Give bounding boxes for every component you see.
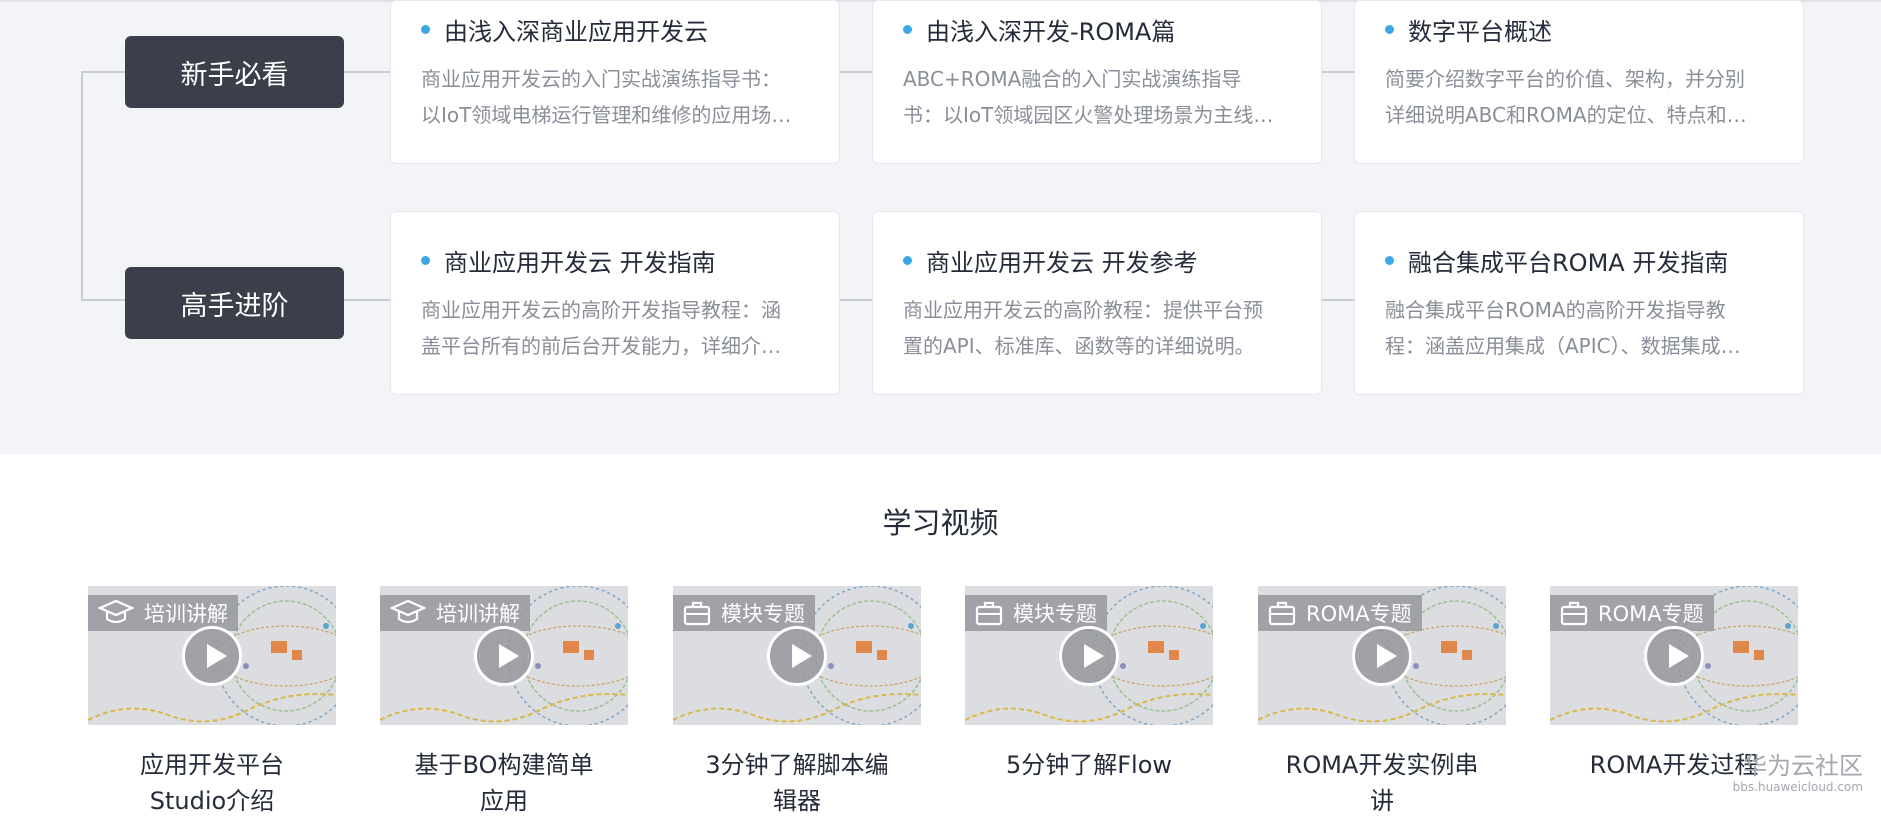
play-icon[interactable] — [767, 626, 827, 686]
tree-connector — [344, 71, 391, 73]
bullet-icon — [1385, 24, 1394, 34]
play-icon[interactable] — [474, 626, 534, 686]
play-icon[interactable] — [1059, 626, 1119, 686]
bullet-icon — [421, 24, 430, 34]
video-card[interactable]: 培训讲解基于BO构建简单 应用 — [380, 586, 628, 817]
card-description: 商业应用开发云的高阶开发指导教程：涵 盖平台所有的前后台开发能力，详细介… — [421, 298, 781, 358]
play-icon[interactable] — [1352, 626, 1412, 686]
video-tag: ROMA专题 — [1258, 595, 1422, 631]
card-title[interactable]: 数字平台概述 — [1408, 12, 1552, 47]
video-title[interactable]: 5分钟了解Flow — [965, 747, 1213, 783]
video-thumbnail[interactable]: 培训讲解 — [88, 586, 336, 725]
video-title[interactable]: ROMA开发实例串讲 — [1258, 747, 1506, 817]
card-title[interactable]: 由浅入深商业应用开发云 — [444, 12, 708, 47]
card-description: 商业应用开发云的入门实战演练指导书： 以IoT领域电梯运行管理和维修的应用场… — [421, 67, 792, 127]
guide-card[interactable]: 商业应用开发云 开发参考 商业应用开发云的高阶教程：提供平台预 置的API、标准库… — [872, 211, 1322, 395]
video-card[interactable]: 培训讲解应用开发平台 Studio介绍 — [88, 586, 336, 817]
tree-connector — [1322, 71, 1356, 73]
watermark: 华为云社区 bbs.huaweicloud.com — [1733, 752, 1863, 794]
tree-connector — [81, 71, 125, 73]
watermark-url: bbs.huaweicloud.com — [1732, 780, 1863, 794]
card-description: 商业应用开发云的高阶教程：提供平台预 置的API、标准库、函数等的详细说明。 — [903, 298, 1263, 358]
bullet-icon — [903, 24, 912, 34]
video-title[interactable]: 基于BO构建简单 应用 — [380, 747, 628, 817]
guide-card[interactable]: 融合集成平台ROMA 开发指南 融合集成平台ROMA的高阶开发指导教 程：涵盖应用… — [1354, 211, 1804, 395]
video-thumbnail[interactable]: 模块专题 — [965, 586, 1213, 725]
bullet-icon — [1385, 255, 1394, 265]
video-card[interactable]: ROMA专题 ROMA开发实例串讲 — [1258, 586, 1506, 817]
tree-connector — [1322, 299, 1356, 301]
section-title-videos: 学习视频 — [882, 506, 999, 540]
briefcase-icon — [975, 600, 1013, 626]
tree-connector — [840, 71, 874, 73]
graduation-cap-icon — [98, 599, 144, 627]
video-card[interactable]: 模块专题 3分钟了解脚本编 辑器 — [673, 586, 921, 817]
video-title[interactable]: 3分钟了解脚本编 辑器 — [673, 747, 921, 817]
video-thumbnail[interactable]: 模块专题 — [673, 586, 921, 725]
guide-card[interactable]: 数字平台概述 简要介绍数字平台的价值、架构，并分别 详细说明ABC和ROMA的定位… — [1354, 0, 1804, 164]
card-title[interactable]: 商业应用开发云 开发指南 — [444, 243, 716, 278]
tree-connector — [840, 299, 874, 301]
card-description: 简要介绍数字平台的价值、架构，并分别 详细说明ABC和ROMA的定位、特点和… — [1385, 67, 1747, 127]
play-icon[interactable] — [182, 626, 242, 686]
video-title[interactable]: 应用开发平台 Studio介绍 — [88, 747, 336, 817]
card-description: ABC+ROMA融合的入门实战演练指导 书：以IoT领域园区火警处理场景为主线… — [903, 67, 1274, 127]
card-title[interactable]: 由浅入深开发-ROMA篇 — [926, 12, 1175, 47]
card-title[interactable]: 融合集成平台ROMA 开发指南 — [1408, 243, 1728, 278]
guide-card[interactable]: 由浅入深商业应用开发云 商业应用开发云的入门实战演练指导书： 以IoT领域电梯运行… — [390, 0, 840, 164]
play-icon[interactable] — [1644, 626, 1704, 686]
briefcase-icon — [1268, 600, 1306, 626]
bullet-icon — [421, 255, 430, 265]
guide-card[interactable]: 商业应用开发云 开发指南 商业应用开发云的高阶开发指导教程：涵 盖平台所有的前后台… — [390, 211, 840, 395]
card-title[interactable]: 商业应用开发云 开发参考 — [926, 243, 1198, 278]
watermark-name: 华为云社区 — [1743, 752, 1863, 780]
bullet-icon — [903, 255, 912, 265]
level-label-advanced: 高手进阶 — [125, 267, 344, 339]
tree-connector — [81, 299, 125, 301]
card-description: 融合集成平台ROMA的高阶开发指导教 程：涵盖应用集成（APIC）、数据集成… — [1385, 298, 1741, 358]
video-tag: ROMA专题 — [1550, 595, 1714, 631]
graduation-cap-icon — [390, 599, 436, 627]
guide-card[interactable]: 由浅入深开发-ROMA篇 ABC+ROMA融合的入门实战演练指导 书：以IoT领域… — [872, 0, 1322, 164]
learning-path-section: 新手必看 高手进阶 由浅入深商业应用开发云 商业应用开发云的入门实战演练指导书：… — [0, 0, 1881, 454]
briefcase-icon — [1560, 600, 1598, 626]
briefcase-icon — [683, 600, 721, 626]
video-card[interactable]: 模块专题 5分钟了解Flow — [965, 586, 1213, 783]
tree-connector — [344, 299, 391, 301]
video-thumbnail[interactable]: 培训讲解 — [380, 586, 628, 725]
level-label-beginner: 新手必看 — [125, 36, 344, 108]
video-thumbnail[interactable]: ROMA专题 — [1258, 586, 1506, 725]
tree-connector — [81, 71, 83, 301]
video-thumbnail[interactable]: ROMA专题 — [1550, 586, 1798, 725]
